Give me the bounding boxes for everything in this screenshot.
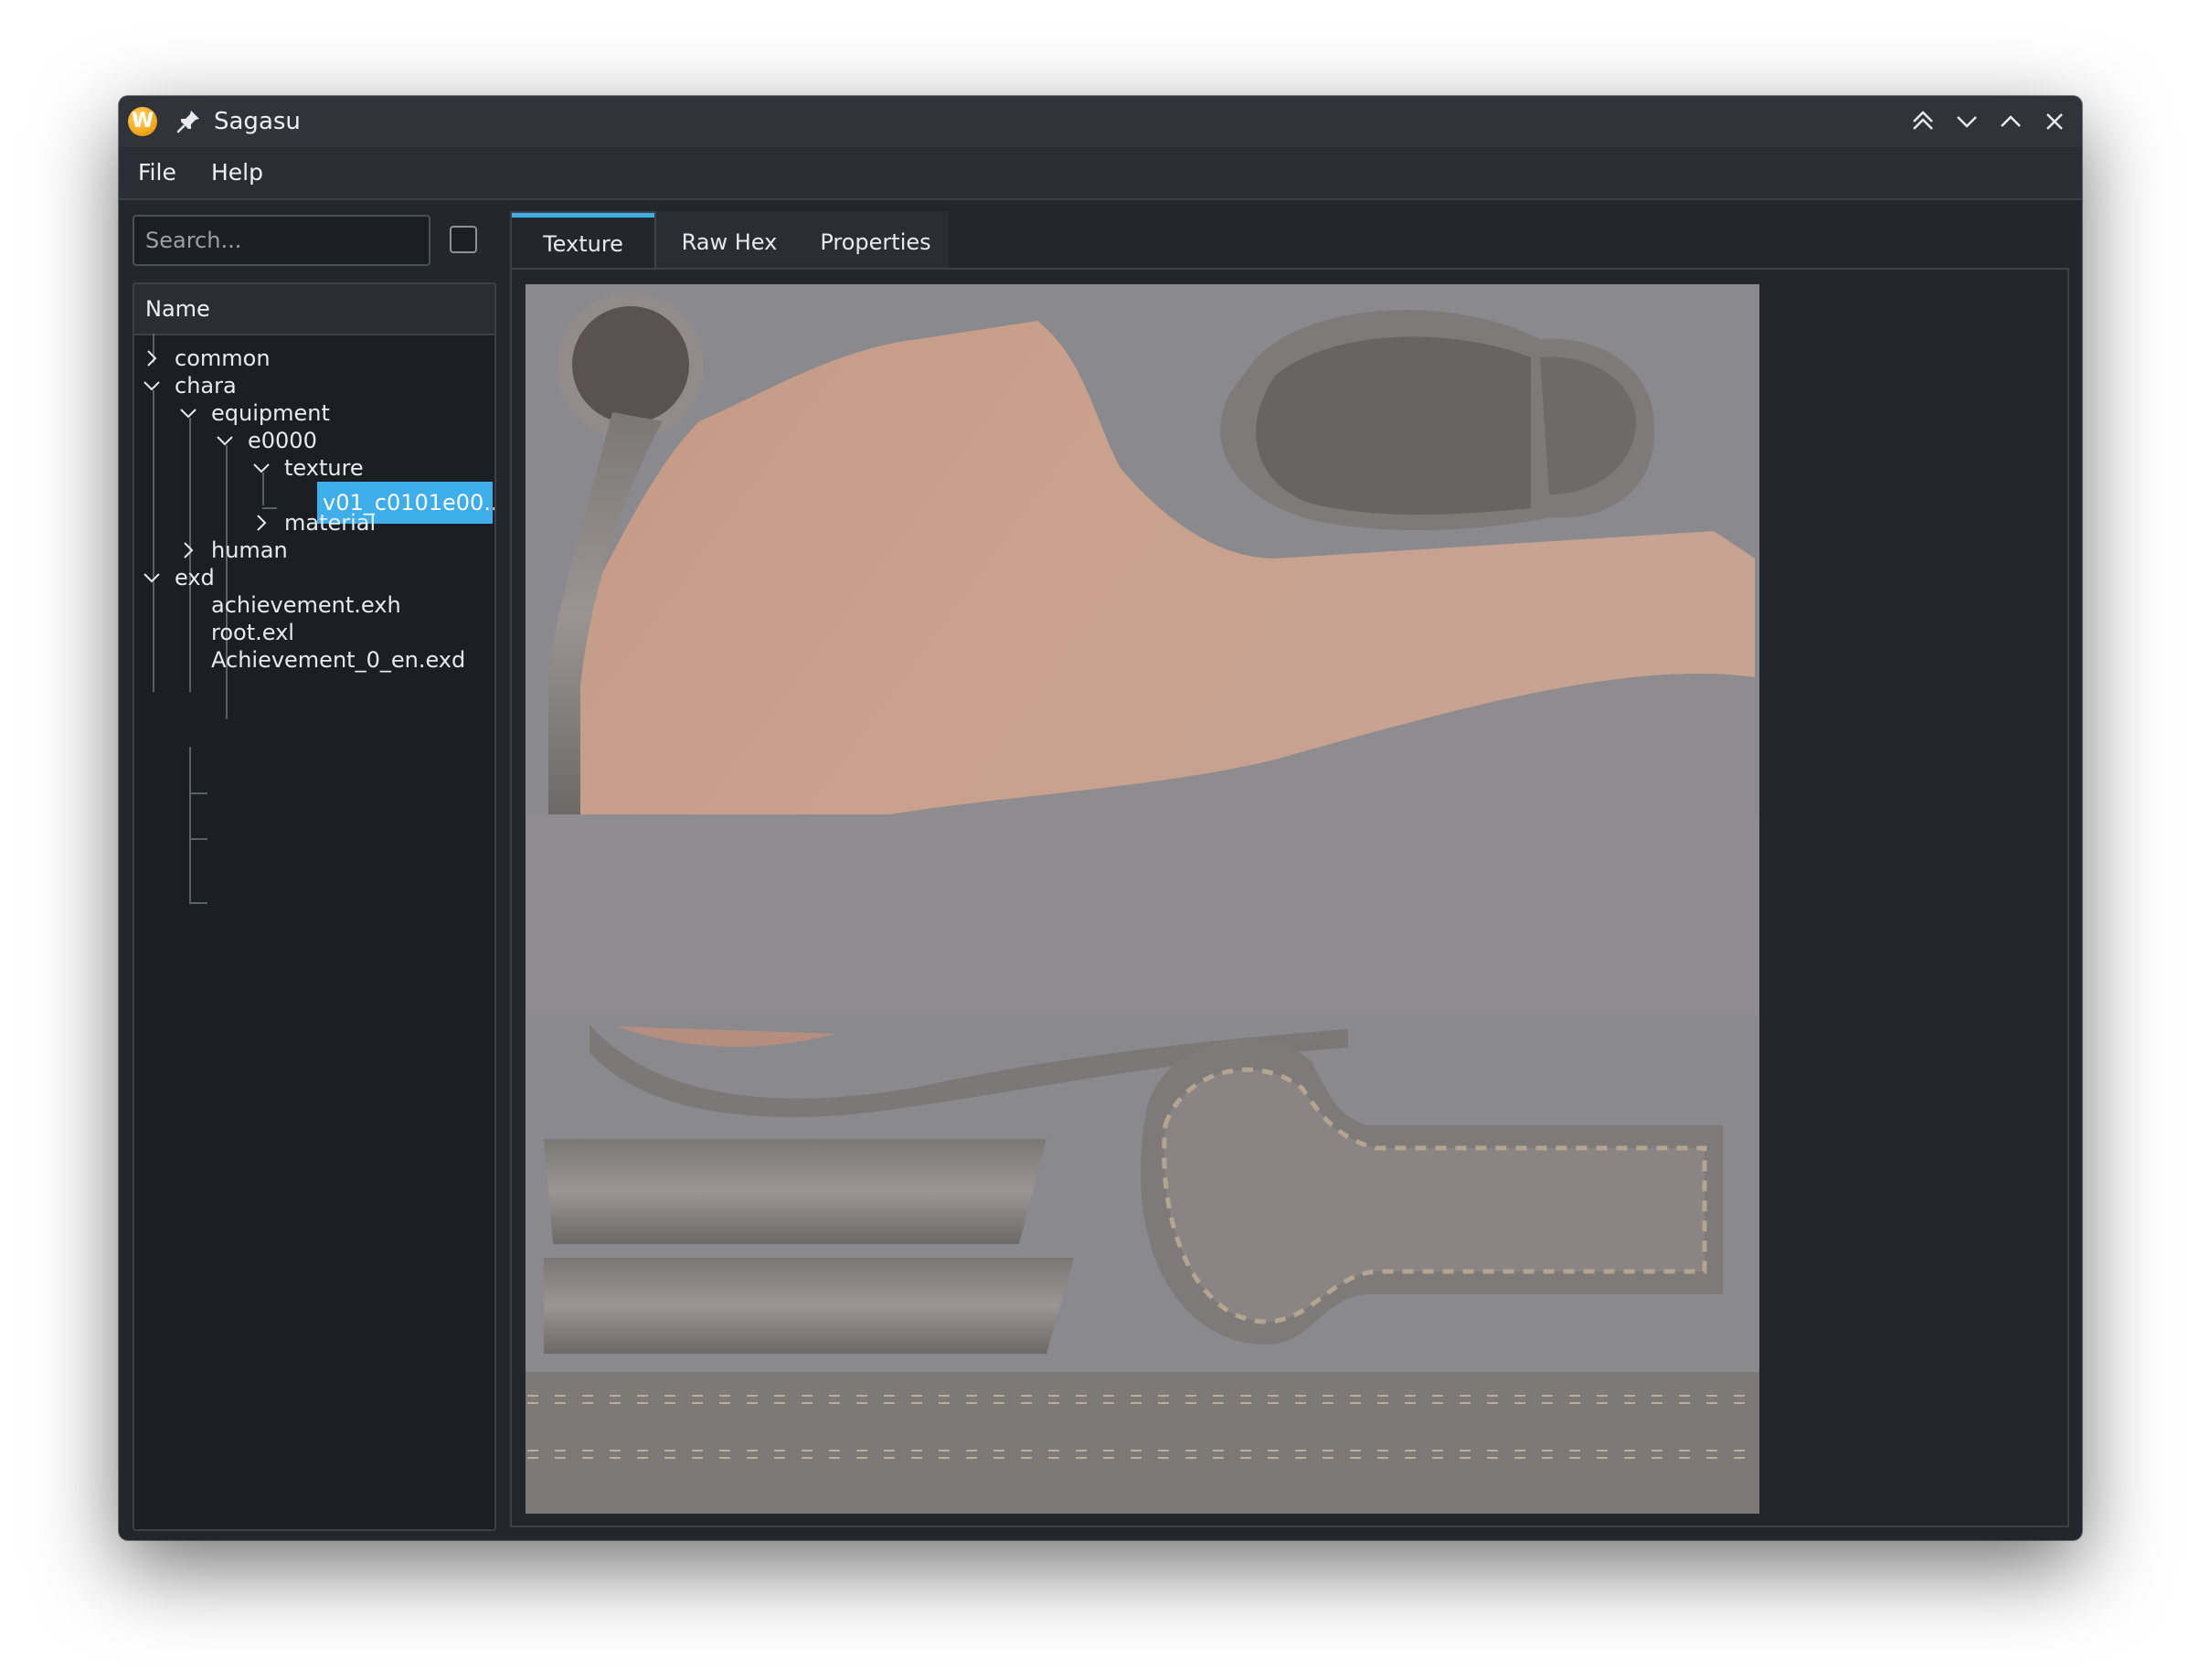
tree-node-human[interactable]: human bbox=[211, 529, 288, 571]
tree-connector bbox=[262, 507, 277, 509]
minimize-icon[interactable] bbox=[1950, 105, 1983, 138]
title-bar: W Sagasu bbox=[119, 96, 2082, 147]
tab-raw-hex[interactable]: Raw Hex bbox=[656, 211, 802, 273]
tab-raw-hex-label: Raw Hex bbox=[681, 229, 778, 255]
tab-active-indicator bbox=[512, 213, 654, 218]
tree-node-achievement-exd[interactable]: Achievement_0_en.exd bbox=[211, 639, 465, 681]
tree-node-exd[interactable]: exd bbox=[175, 557, 215, 599]
window-title: Sagasu bbox=[214, 108, 301, 135]
tree-connector bbox=[189, 838, 207, 840]
menu-file[interactable]: File bbox=[138, 147, 176, 198]
close-icon[interactable] bbox=[2038, 105, 2071, 138]
search-input[interactable] bbox=[133, 215, 430, 266]
chevron-down-icon[interactable] bbox=[178, 403, 198, 423]
keep-above-icon[interactable] bbox=[1907, 105, 1939, 138]
tab-texture-label: Texture bbox=[543, 231, 623, 257]
tree-node-material[interactable]: material bbox=[284, 502, 376, 544]
tab-properties-label: Properties bbox=[820, 229, 931, 255]
app-logo-icon: W bbox=[128, 107, 157, 136]
chevron-down-icon[interactable] bbox=[142, 568, 162, 588]
chevron-right-icon[interactable] bbox=[142, 348, 162, 368]
filter-checkbox[interactable] bbox=[450, 226, 477, 253]
tab-properties[interactable]: Properties bbox=[802, 211, 949, 273]
tree-header-label: Name bbox=[145, 296, 210, 322]
menu-help[interactable]: Help bbox=[211, 147, 263, 198]
tree-connector bbox=[189, 792, 207, 794]
tree-header-name[interactable]: Name bbox=[134, 284, 494, 335]
tree-connector bbox=[189, 902, 207, 904]
tree-connector bbox=[153, 390, 154, 692]
tab-texture[interactable]: Texture bbox=[510, 211, 656, 273]
app-window: W Sagasu File Help Name bbox=[119, 96, 2082, 1540]
menu-bar: File Help bbox=[119, 147, 2082, 200]
chevron-down-icon[interactable] bbox=[142, 376, 162, 396]
file-tree: Name common chara equipment e0000 textur… bbox=[133, 282, 496, 1531]
texture-preview-image bbox=[526, 284, 1759, 1514]
maximize-icon[interactable] bbox=[1994, 105, 2027, 138]
chevron-down-icon[interactable] bbox=[251, 458, 271, 478]
pin-icon[interactable] bbox=[174, 107, 203, 136]
chevron-down-icon[interactable] bbox=[215, 431, 235, 451]
tree-connector bbox=[189, 747, 191, 902]
